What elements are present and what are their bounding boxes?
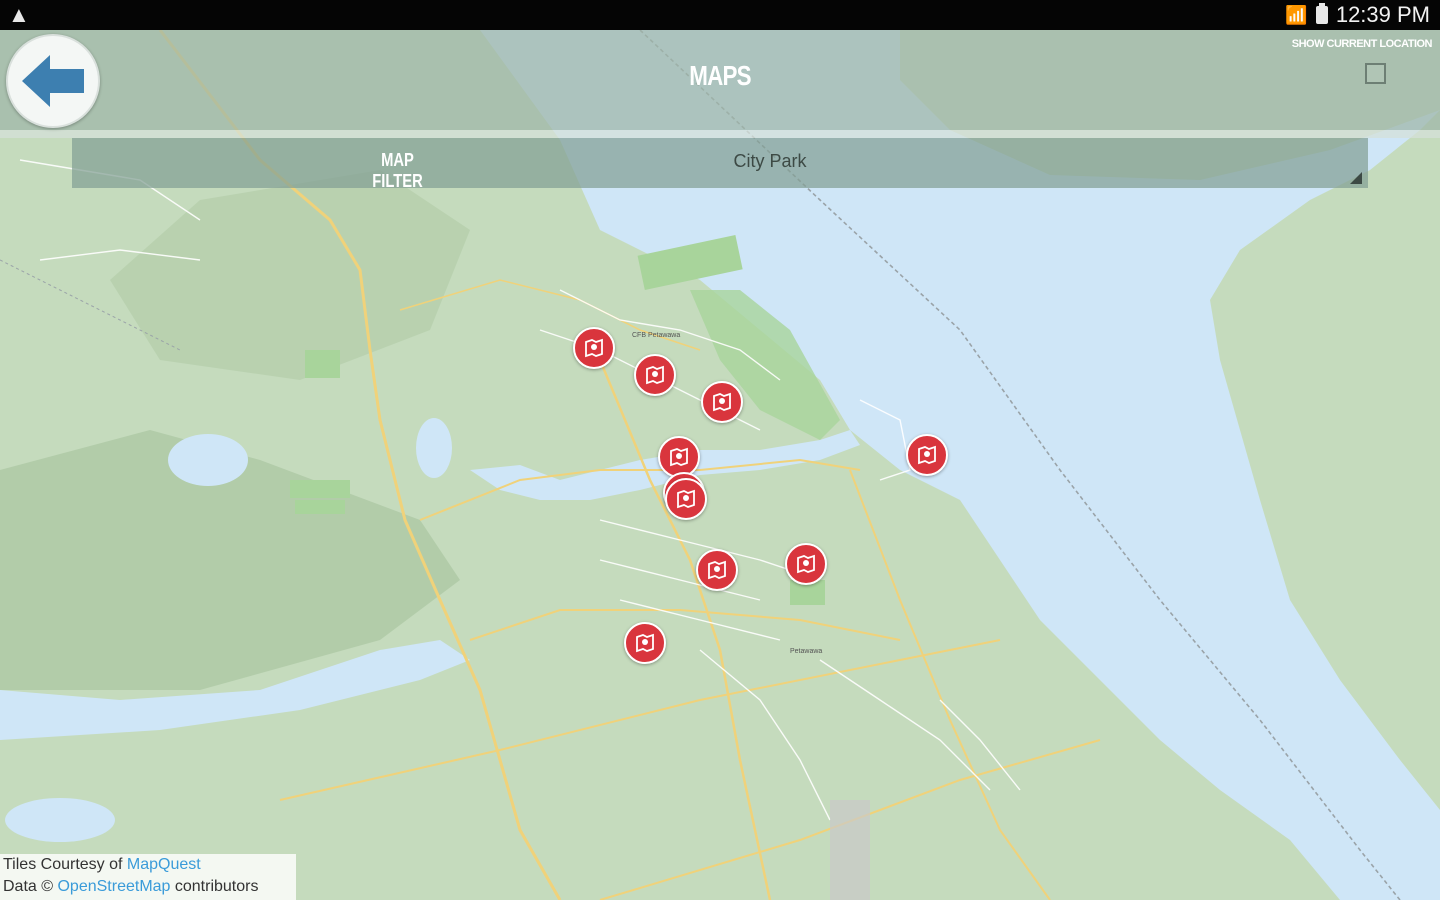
status-bar: ▲ 📶 12:39 PM [0, 0, 1440, 30]
park-marker-icon[interactable] [906, 434, 948, 476]
data-suffix: contributors [170, 878, 259, 895]
back-button[interactable] [6, 34, 100, 128]
openstreetmap-link[interactable]: OpenStreetMap [57, 878, 170, 895]
map-label-petawawa: Petawawa [790, 648, 823, 655]
wifi-icon: 📶 [1285, 4, 1308, 25]
warning-icon: ▲ [8, 2, 30, 27]
back-arrow-icon [22, 55, 84, 107]
header-divider [0, 130, 1440, 138]
map-label-cfb-petawawa: CFB Petawawa [632, 332, 681, 339]
park-marker-icon[interactable] [634, 354, 676, 396]
map-filter-select[interactable]: City Park [700, 151, 840, 172]
data-attribution: Data © OpenStreetMap contributors [3, 876, 296, 898]
tiles-prefix: Tiles Courtesy of [3, 856, 127, 873]
show-location-checkbox[interactable] [1365, 63, 1386, 84]
park-marker-icon[interactable] [785, 543, 827, 585]
page-title: MAPS [689, 60, 751, 91]
map-attribution: Tiles Courtesy of MapQuest Data © OpenSt… [0, 854, 296, 900]
tiles-attribution: Tiles Courtesy of MapQuest [3, 854, 296, 876]
park-marker-icon[interactable] [665, 478, 707, 520]
dropdown-corner-icon[interactable] [1350, 172, 1362, 184]
park-marker-icon[interactable] [573, 327, 615, 369]
show-location-label: SHOW CURRENT LOCATION [1291, 38, 1433, 50]
park-marker-icon[interactable] [696, 549, 738, 591]
park-marker-icon[interactable] [624, 622, 666, 664]
battery-icon [1315, 3, 1328, 24]
status-time: 12:39 PM [1335, 2, 1430, 27]
park-marker-icon[interactable] [701, 381, 743, 423]
mapquest-link[interactable]: MapQuest [127, 856, 201, 873]
status-right: 📶 12:39 PM [1285, 2, 1430, 28]
data-prefix: Data © [3, 878, 58, 895]
map-filter-label: MAP FILTER [372, 150, 423, 191]
